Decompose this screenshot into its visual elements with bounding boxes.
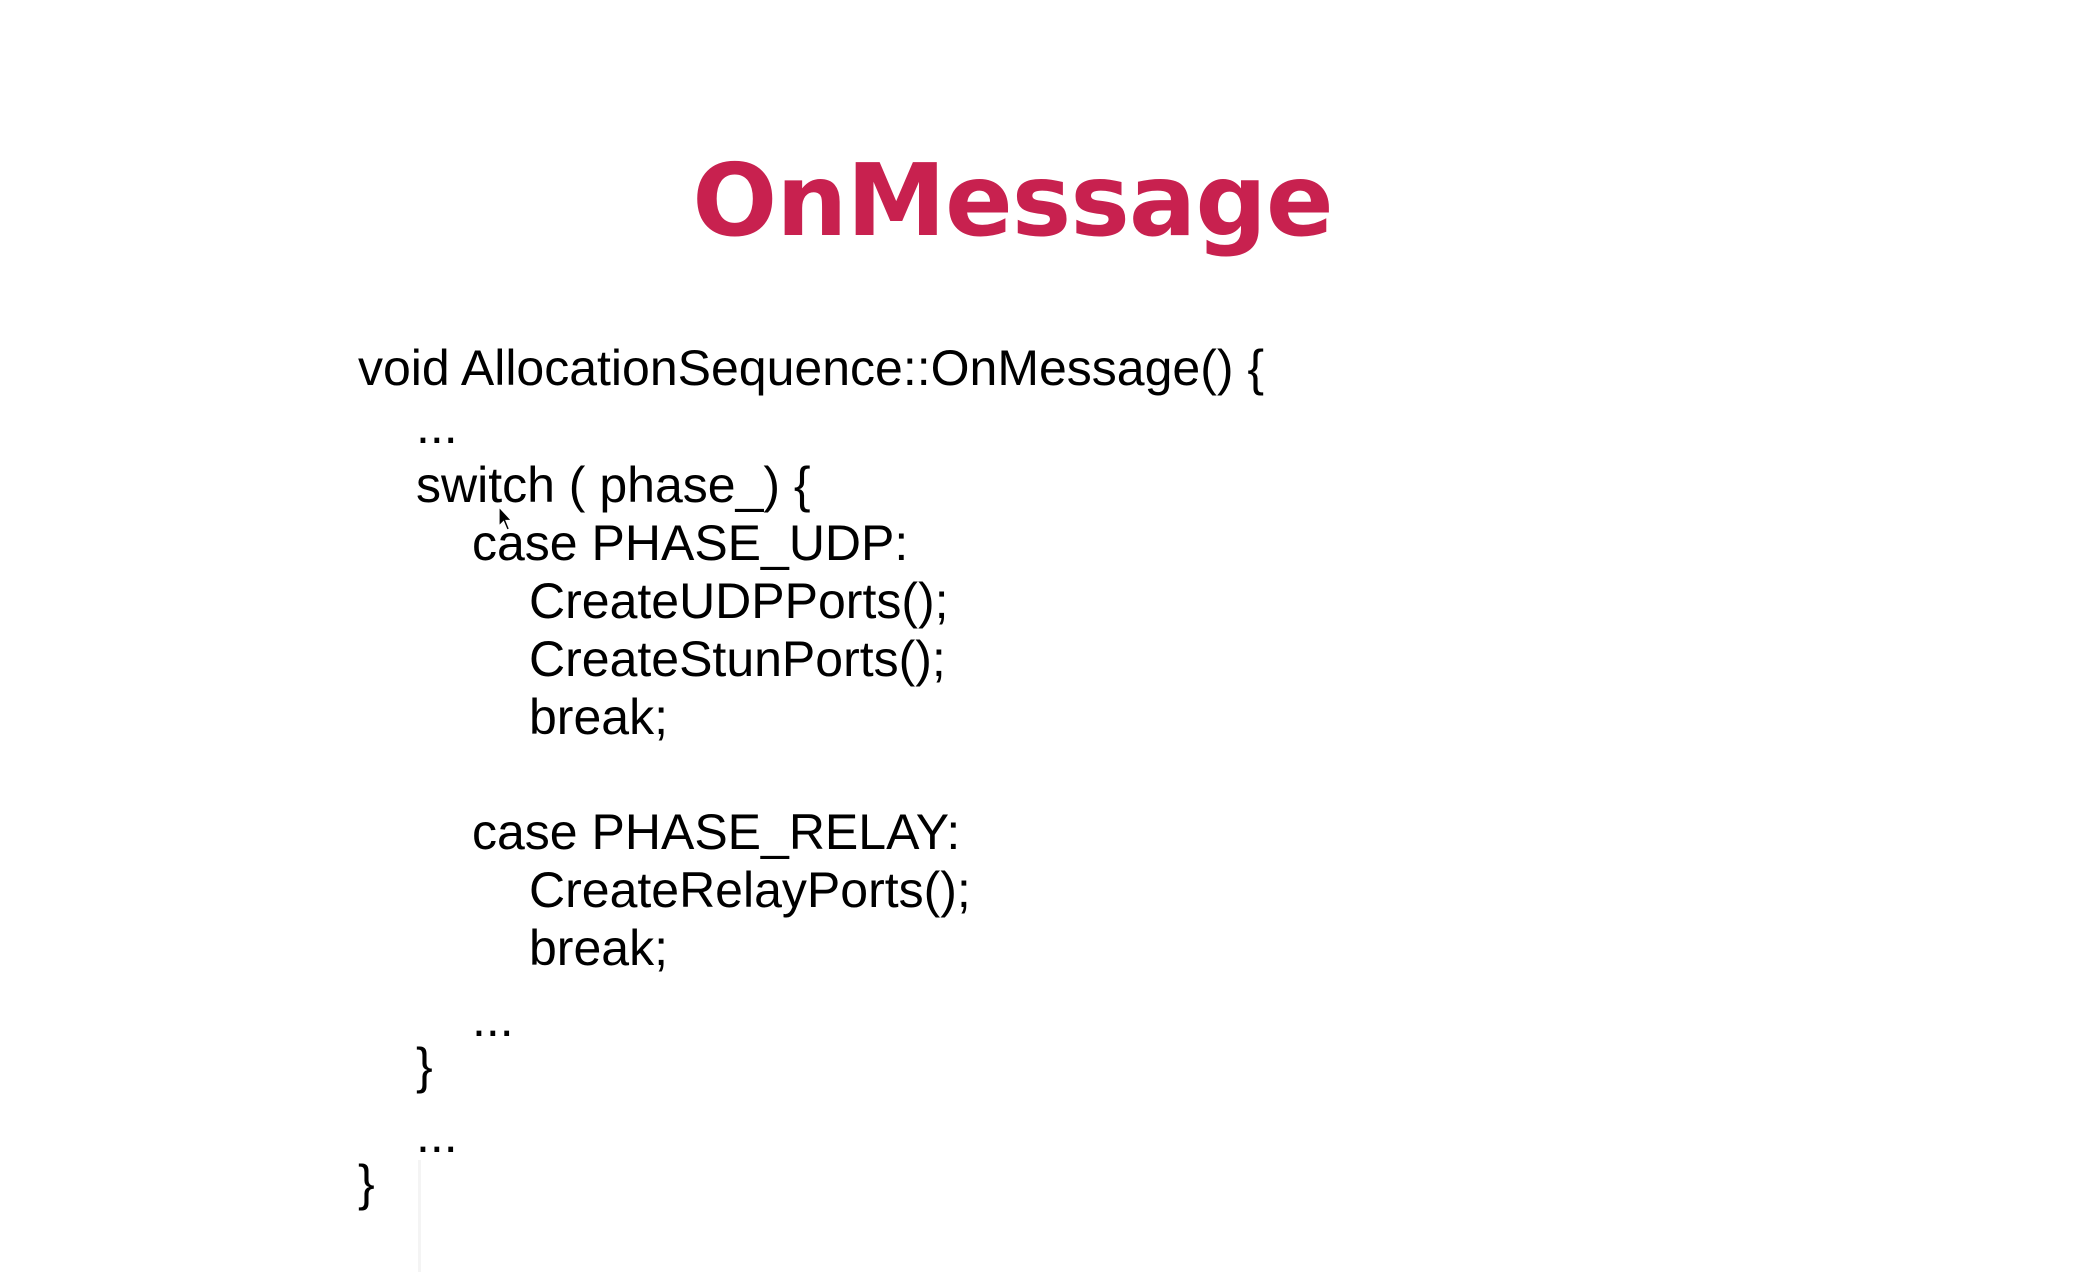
code-line-create-stun-ports: CreateStunPorts(); xyxy=(529,631,946,687)
faint-divider xyxy=(418,1160,421,1272)
code-block: void AllocationSequence::OnMessage() { .… xyxy=(0,0,2084,1272)
code-line-create-relay-ports: CreateRelayPorts(); xyxy=(529,862,971,918)
code-line-case-udp: case PHASE_UDP: xyxy=(472,515,909,571)
code-line-ellipsis: ... xyxy=(472,991,514,1047)
code-line-case-relay: case PHASE_RELAY: xyxy=(472,804,961,860)
code-line-function-close-brace: } xyxy=(358,1155,375,1211)
code-line-signature: void AllocationSequence::OnMessage() { xyxy=(358,340,1265,396)
code-line-break: break; xyxy=(529,689,668,745)
slide: OnMessage void AllocationSequence::OnMes… xyxy=(0,0,2084,1272)
code-line-switch-close-brace: } xyxy=(416,1038,433,1094)
code-line-create-udp-ports: CreateUDPPorts(); xyxy=(529,573,949,629)
code-line-ellipsis: ... xyxy=(416,1107,458,1163)
code-line-break: break; xyxy=(529,920,668,976)
code-line-ellipsis: ... xyxy=(416,398,458,454)
mouse-pointer-icon xyxy=(498,506,512,531)
code-line-switch: switch ( phase_) { xyxy=(416,457,811,513)
